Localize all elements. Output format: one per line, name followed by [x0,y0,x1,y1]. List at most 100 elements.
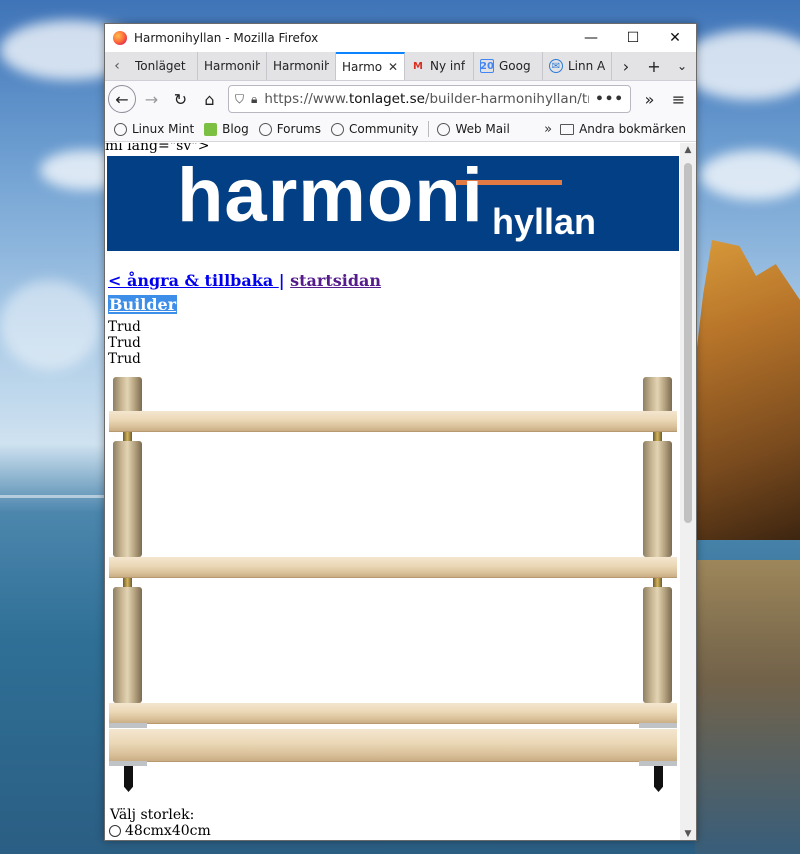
tab-close-icon[interactable]: ✕ [385,60,398,74]
close-button[interactable]: ✕ [654,24,696,52]
undo-back-link[interactable]: < ångra & tillbaka [108,271,279,290]
tab-label: Harmonih [273,59,329,73]
firefox-icon [113,31,127,45]
globe-icon [330,122,344,136]
shelf-board [109,557,677,577]
bookmark-separator [428,121,430,137]
home-button[interactable]: ⌂ [195,85,224,114]
tab-active-harmonihyllan[interactable]: Harmo ✕ [336,52,405,80]
shelf-board [109,411,677,431]
page-scrollbar[interactable]: ▲ ▼ [680,143,696,840]
logo-text-sub: hyllan [492,201,597,242]
size-option-label: 48cmx40cm [125,823,211,839]
globe-icon [437,122,451,136]
bookmarks-overflow-button[interactable]: » [544,122,552,137]
gmail-icon: M [413,60,423,72]
new-tab-button[interactable]: + [640,52,668,80]
trud-line: Trud [108,319,141,335]
bookmark-label: Andra bokmärken [579,122,686,136]
trud-line: Trud [108,335,141,351]
bookmark-linux-mint[interactable]: Linux Mint [114,122,194,136]
tab-tonlaget[interactable]: Tonläget [129,52,198,80]
tab-mail[interactable]: ✉ Linn A [543,52,612,80]
blog-icon [204,122,218,136]
bookmark-forums[interactable]: Forums [258,122,321,136]
back-button[interactable]: ← [108,85,136,113]
tab-scroll-right-button[interactable]: › [612,52,640,80]
browser-window: Harmonihyllan - Mozilla Firefox — ☐ ✕ ‹ … [104,23,697,841]
size-select-label: Välj storlek: [110,807,195,823]
tab-label: Linn A [568,59,605,73]
menu-button[interactable]: ≡ [664,85,693,114]
bookmark-label: Web Mail [455,122,510,136]
title-bar: Harmonihyllan - Mozilla Firefox — ☐ ✕ [105,24,696,52]
shelf-board [109,703,677,723]
post-joint [123,431,132,441]
globe-icon [258,122,272,136]
size-option[interactable]: 48cmx40cm [109,823,211,839]
shield-icon[interactable]: ⛉ [235,92,244,107]
size-option-label: 60cmx40cm [125,839,211,840]
tab-scroll-left-button[interactable]: ‹ [105,52,129,80]
shelf-post [113,377,142,413]
minimize-button[interactable]: — [570,24,612,52]
bookmark-web-mail[interactable]: Web Mail [437,122,510,136]
shelf-post [643,377,672,413]
shelf-foot-plate [639,723,677,728]
shelf-post [643,441,672,557]
cliff-image [690,240,800,540]
window-title: Harmonihyllan - Mozilla Firefox [134,31,319,45]
harmonihyllan-logo-banner: harmoni hyllan [107,156,679,251]
tab-label: Goog [499,59,531,73]
tab-gmail[interactable]: M Ny inf [405,52,474,80]
shelf-post [113,441,142,557]
shelf-foot [654,766,663,792]
shelf-post [643,587,672,703]
shelf-foot [124,766,133,792]
bookmark-label: Linux Mint [132,122,195,136]
overflow-chevron-button[interactable]: » [635,85,664,114]
shelf-foot-plate [109,723,147,728]
calendar-icon: 20 [480,59,494,73]
url-text: https://www.tonlaget.se/builder-harmonih… [264,91,589,107]
nav-bar: ← → ↻ ⌂ ⛉ 🔒︎ https://www.tonlaget.se/bui… [105,81,696,117]
link-separator: | [278,271,285,290]
tab-google-calendar[interactable]: 20 Goog [474,52,543,80]
bookmarks-toolbar: Linux Mint Blog Forums Community Web Mai… [105,117,696,142]
tab-harmonih-1[interactable]: Harmonih [198,52,267,80]
builder-heading-link[interactable]: Builder [108,295,178,314]
shelf-preview [105,373,681,803]
home-page-link[interactable]: startsidan [290,271,381,290]
page-nav-links: < ångra & tillbaka | startsidan [108,271,381,290]
scroll-thumb[interactable] [684,163,692,523]
url-bar[interactable]: ⛉ 🔒︎ https://www.tonlaget.se/builder-har… [228,85,631,113]
other-bookmarks-folder[interactable]: Andra bokmärken [560,122,686,136]
bookmark-community[interactable]: Community [330,122,419,136]
post-joint [653,431,662,441]
lock-icon[interactable]: 🔒︎ [251,92,257,107]
trud-line: Trud [108,351,141,367]
logo-text-main: harmoni [177,156,484,238]
reload-button[interactable]: ↻ [166,85,195,114]
radio-button[interactable] [109,825,121,837]
folder-icon [560,123,575,135]
tab-label: Tonläget [135,59,186,73]
scroll-up-icon[interactable]: ▲ [680,143,696,157]
scroll-down-icon[interactable]: ▼ [680,827,696,840]
page-actions-button[interactable]: ••• [595,91,624,107]
tab-bar: ‹ Tonläget Harmonih Harmonih Harmo ✕ M Ny … [105,52,696,81]
tab-label: Harmo [342,60,383,74]
stray-markup-text: ml lang="sv"> [105,143,210,154]
bookmark-label: Blog [222,122,249,136]
shelf-foot-plate [109,761,147,766]
tab-label: Ny inf [430,59,466,73]
maximize-button[interactable]: ☐ [612,24,654,52]
tab-harmonih-2[interactable]: Harmonih [267,52,336,80]
list-all-tabs-button[interactable]: ⌄ [668,52,696,80]
forward-button[interactable]: → [137,85,166,114]
bookmark-label: Community [348,122,419,136]
bookmark-blog[interactable]: Blog [204,122,249,136]
size-option[interactable]: 60cmx40cm [109,839,211,840]
shelf-base-board [109,729,677,761]
page-content: ml lang="sv"> harmoni hyllan < ångra & t… [105,143,681,840]
